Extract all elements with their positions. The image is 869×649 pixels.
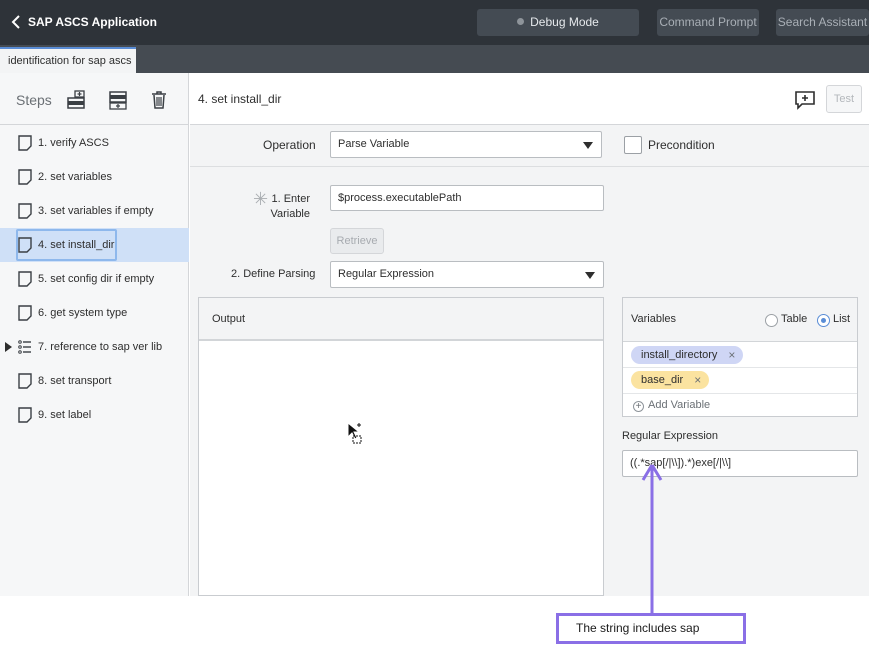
page-icon <box>18 271 32 287</box>
trash-icon[interactable] <box>149 90 169 110</box>
step-title: 4. set install_dir <box>198 92 282 106</box>
expand-caret-icon[interactable] <box>5 342 12 352</box>
test-button[interactable]: Test <box>826 85 862 113</box>
step-label: 2. set variables <box>38 171 112 183</box>
divider <box>623 367 857 368</box>
regex-label: Regular Expression <box>622 430 718 442</box>
search-assistant-button[interactable]: Search Assistant <box>776 9 869 36</box>
step-label: 6. get system type <box>38 307 128 319</box>
variables-panel: Variables Table List install_directory ×… <box>622 297 858 417</box>
enter-variable-label-line1: 1. Enter <box>271 193 310 205</box>
step-5[interactable]: 5. set config dir if empty <box>0 262 189 296</box>
debug-mode-label: Debug Mode <box>530 15 599 29</box>
step-3[interactable]: 3. set variables if empty <box>0 194 189 228</box>
close-icon[interactable]: × <box>728 346 735 364</box>
list-icon <box>18 340 31 354</box>
debug-mode-button[interactable]: Debug Mode <box>477 9 639 36</box>
page-icon <box>18 305 32 321</box>
status-dot-icon <box>517 18 525 25</box>
operation-row: Operation Parse Variable Precondition <box>190 125 869 167</box>
variables-title: Variables <box>631 313 677 325</box>
step-label: 3. set variables if empty <box>38 205 154 217</box>
define-parsing-label: 2. Define Parsing <box>231 268 316 280</box>
top-bar: SAP ASCS Application Debug Mode Command … <box>0 0 869 45</box>
define-parsing-select[interactable]: Regular Expression <box>330 261 604 288</box>
precondition-checkbox[interactable] <box>624 136 642 154</box>
output-header: Output <box>199 298 603 341</box>
mouse-cursor-icon <box>347 422 362 444</box>
enter-variable-label-line2: Variable <box>270 208 310 220</box>
step-1[interactable]: 1. verify ASCS <box>0 126 189 160</box>
page-icon <box>18 237 32 253</box>
table-view-label: Table <box>781 313 808 325</box>
step-2[interactable]: 2. set variables <box>0 160 189 194</box>
list-view-label: List <box>833 313 851 325</box>
dropdown-arrow-icon <box>585 272 595 279</box>
page-icon <box>18 203 32 219</box>
define-parsing-value: Regular Expression <box>338 268 434 280</box>
add-circle-icon: + <box>633 401 644 412</box>
variable-chip[interactable]: install_directory × <box>631 346 744 364</box>
annotation-arrow-icon <box>641 464 663 614</box>
step-label: 7. reference to sap ver lib <box>38 341 163 353</box>
step-4-selected[interactable]: 4. set install_dir <box>0 228 189 262</box>
page-icon <box>18 135 32 151</box>
step-header: 4. set install_dir Test <box>190 73 869 125</box>
output-panel: Output <box>198 297 604 596</box>
page-icon <box>18 169 32 185</box>
operation-value: Parse Variable <box>338 138 410 150</box>
add-variable-label: Add Variable <box>648 399 711 411</box>
page-icon <box>18 407 32 423</box>
operation-label: Operation <box>263 138 316 152</box>
chevron-left-icon[interactable] <box>8 13 26 31</box>
output-label: Output <box>212 313 246 325</box>
variable-chip[interactable]: base_dir × <box>631 371 710 389</box>
variable-chip-label: install_directory <box>641 349 718 361</box>
precondition-label: Precondition <box>648 138 715 152</box>
variable-input[interactable]: $process.executablePath <box>330 185 604 211</box>
annotation-callout: The string includes sap <box>556 613 746 644</box>
divider <box>623 393 857 394</box>
step-label: 4. set install_dir <box>38 239 115 251</box>
tab-strip: identification for sap ascs <box>0 45 869 73</box>
command-prompt-button[interactable]: Command Prompt <box>657 9 759 36</box>
insert-step-below-icon[interactable] <box>108 90 128 110</box>
list-view-radio[interactable] <box>817 314 830 327</box>
enter-variable-label: 1. Enter Variable <box>270 192 310 222</box>
steps-header: Steps <box>0 73 189 125</box>
tab-identification[interactable]: identification for sap ascs <box>0 47 136 73</box>
step-label: 9. set label <box>38 409 92 421</box>
retrieve-button[interactable]: Retrieve <box>330 228 384 254</box>
step-6[interactable]: 6. get system type <box>0 296 189 330</box>
required-asterisk-icon: ✳ <box>253 189 269 209</box>
variables-header: Variables Table List <box>623 298 857 342</box>
close-icon[interactable]: × <box>694 371 701 389</box>
app-title: SAP ASCS Application <box>28 15 157 29</box>
step-label: 1. verify ASCS <box>38 137 109 149</box>
step-9[interactable]: 9. set label <box>0 398 189 432</box>
dropdown-arrow-icon <box>583 142 593 149</box>
step-label: 8. set transport <box>38 375 112 387</box>
add-comment-icon[interactable] <box>794 90 816 110</box>
step-8[interactable]: 8. set transport <box>0 364 189 398</box>
page-icon <box>18 373 32 389</box>
variable-chip-label: base_dir <box>641 374 684 386</box>
add-variable-button[interactable]: + Add Variable <box>633 399 710 412</box>
insert-step-above-icon[interactable] <box>66 90 86 110</box>
steps-title: Steps <box>16 92 52 108</box>
operation-select[interactable]: Parse Variable <box>330 131 602 158</box>
step-7[interactable]: 7. reference to sap ver lib <box>0 330 189 364</box>
table-view-radio[interactable] <box>765 314 778 327</box>
steps-panel: Steps 1. verify ASCS 2. set variables 3.… <box>0 73 189 596</box>
step-label: 5. set config dir if empty <box>38 273 155 285</box>
